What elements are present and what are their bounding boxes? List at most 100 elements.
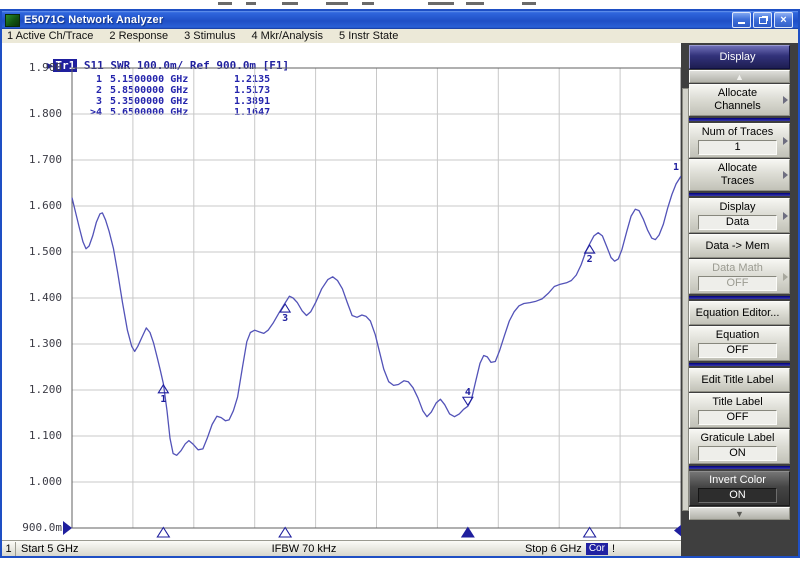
y-tick-label: 1.200 xyxy=(16,383,62,397)
y-tick-label: 1.400 xyxy=(16,291,62,305)
submenu-arrow-icon xyxy=(783,212,788,220)
softkey-value: OFF xyxy=(698,276,776,291)
softkey-value: Data xyxy=(698,215,776,230)
sweep-end-pointer-icon xyxy=(674,524,681,537)
menu-bar: 1 Active Ch/Trace 2 Response 3 Stimulus 4 M… xyxy=(2,29,798,44)
title-bar[interactable]: E5071C Network Analyzer × xyxy=(2,11,798,29)
scroll-down-icon: ▼ xyxy=(735,509,744,519)
softkey-value: OFF xyxy=(698,343,776,358)
submenu-arrow-icon xyxy=(783,137,788,145)
softkey-column: Display ▲ Allocate Channels Num of Traces1 A… xyxy=(689,45,790,520)
restore-button[interactable] xyxy=(753,12,772,28)
softkey-value: ON xyxy=(698,446,776,461)
close-icon: × xyxy=(780,15,786,25)
softkey-panel: Display ▲ Allocate Channels Num of Traces1 A… xyxy=(681,43,798,556)
softkey-value: 1 xyxy=(698,140,776,155)
softkey-label: Title Label xyxy=(712,396,762,409)
softkey-display[interactable]: DisplayData xyxy=(689,198,790,233)
softkey-label: Allocate Traces xyxy=(718,162,757,188)
cropped-caption-fragment xyxy=(362,2,374,5)
submenu-arrow-icon xyxy=(783,96,788,104)
y-tick-label: 1.500 xyxy=(16,245,62,259)
softkey-value: OFF xyxy=(698,410,776,425)
cropped-caption-fragment xyxy=(466,2,484,5)
softkey-label: Invert Color xyxy=(709,474,766,487)
menu-item-5-instr-state[interactable]: 5 Instr State xyxy=(339,30,398,42)
app-window: E5071C Network Analyzer × 1 Active Ch/Tr… xyxy=(0,9,800,558)
softkey-label: Num of Traces xyxy=(702,126,774,139)
axis-marker-icon[interactable] xyxy=(279,528,291,538)
scroll-down-button[interactable]: ▼ xyxy=(689,507,790,520)
cropped-caption-fragment xyxy=(218,2,232,5)
softkey-value: ON xyxy=(698,488,776,503)
softkey-separator xyxy=(689,118,790,121)
correction-badge: Cor xyxy=(586,543,608,555)
softkey-label: Edit Title Label xyxy=(701,374,773,387)
minimize-icon xyxy=(738,22,745,24)
cropped-caption-fragment xyxy=(522,2,536,5)
y-tick-label: 900.0m xyxy=(16,521,62,535)
status-bar: 1 Start 5 GHz IFBW 70 kHz Stop 6 GHz Cor… xyxy=(2,540,681,556)
softkey-equation[interactable]: EquationOFF xyxy=(689,326,790,361)
softkey-graticule-label[interactable]: Graticule LabelON xyxy=(689,429,790,464)
softkey-label: Data Math xyxy=(712,262,763,275)
axis-marker-icon[interactable] xyxy=(584,528,596,538)
submenu-arrow-icon xyxy=(783,273,788,281)
sweep-stop-label: Stop 6 GHz xyxy=(525,542,582,556)
softkey-allocate-traces[interactable]: Allocate Traces xyxy=(689,159,790,191)
menu-item-2-response[interactable]: 2 Response xyxy=(109,30,168,42)
softkey-separator xyxy=(689,193,790,196)
softkey-scroll-track[interactable] xyxy=(682,88,689,511)
cropped-caption-fragment xyxy=(428,2,454,5)
y-tick-label: 1.000 xyxy=(16,475,62,489)
trace-number-label: 1 xyxy=(673,162,679,173)
cropped-caption-fragment xyxy=(326,2,348,5)
softkey-num-of-traces[interactable]: Num of Traces1 xyxy=(689,123,790,158)
menu-item-4-mkr-analysis[interactable]: 4 Mkr/Analysis xyxy=(251,30,323,42)
softkey-separator xyxy=(689,363,790,366)
axis-marker-active-icon[interactable] xyxy=(462,528,474,538)
y-tick-label: 1.900 xyxy=(16,61,62,75)
softkey-label: Display xyxy=(719,201,755,214)
softkey-equation-editor[interactable]: Equation Editor... xyxy=(689,301,790,325)
softkey-label: Equation Editor... xyxy=(696,307,780,320)
axis-marker-icon[interactable] xyxy=(157,528,169,538)
menu-item-3-stimulus[interactable]: 3 Stimulus xyxy=(184,30,235,42)
cropped-caption-fragment xyxy=(246,2,256,5)
scroll-up-button[interactable]: ▲ xyxy=(689,70,790,83)
close-button[interactable]: × xyxy=(774,12,793,28)
minimize-button[interactable] xyxy=(732,12,751,28)
softkey-title-label[interactable]: Title LabelOFF xyxy=(689,393,790,428)
y-tick-label: 1.800 xyxy=(16,107,62,121)
submenu-arrow-icon xyxy=(783,171,788,179)
trace-marker-label: 3 xyxy=(282,313,288,324)
menu-item-1-active-ch-trace[interactable]: 1 Active Ch/Trace xyxy=(7,30,93,42)
softkey-separator xyxy=(689,466,790,469)
trace-marker-label: 1 xyxy=(160,394,166,405)
softkey-label: Graticule Label xyxy=(701,432,775,445)
softkey-menu-title[interactable]: Display xyxy=(689,45,790,69)
softkey-data-mem[interactable]: Data -> Mem xyxy=(689,234,790,258)
cropped-caption-fragment xyxy=(282,2,298,5)
reference-level-pointer-icon[interactable] xyxy=(63,521,72,535)
softkey-separator xyxy=(689,296,790,299)
swr-trace-plot[interactable]: 12341 xyxy=(62,64,681,540)
alert-indicator: ! xyxy=(612,542,615,556)
restore-icon xyxy=(759,17,767,24)
softkey-label: Data -> Mem xyxy=(706,240,770,253)
softkey-label: Allocate Channels xyxy=(714,87,760,113)
softkey-data-math: Data MathOFF xyxy=(689,259,790,294)
softkey-edit-title-label[interactable]: Edit Title Label xyxy=(689,368,790,392)
softkey-invert-color[interactable]: Invert ColorON xyxy=(689,471,790,506)
window-title: E5071C Network Analyzer xyxy=(24,14,730,26)
y-tick-label: 1.100 xyxy=(16,429,62,443)
app-icon xyxy=(5,14,20,27)
scroll-up-icon: ▲ xyxy=(735,72,744,82)
softkey-allocate-channels[interactable]: Allocate Channels xyxy=(689,84,790,116)
y-tick-label: 1.700 xyxy=(16,153,62,167)
y-tick-label: 1.300 xyxy=(16,337,62,351)
ifbw-label: IFBW 70 kHz xyxy=(2,542,606,556)
y-tick-label: 1.600 xyxy=(16,199,62,213)
trace-marker-label: 2 xyxy=(587,254,593,265)
softkey-label: Equation xyxy=(716,329,759,342)
